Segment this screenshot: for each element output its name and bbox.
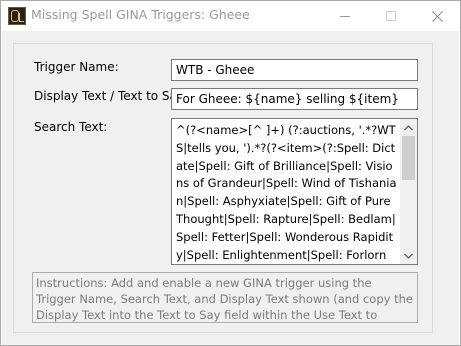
minimize-button[interactable] bbox=[322, 1, 368, 31]
display-text-field[interactable]: For Gheee: ${name} selling ${item} bbox=[171, 88, 418, 110]
search-text-scrollbar[interactable] bbox=[400, 119, 417, 264]
minimize-icon bbox=[340, 16, 350, 17]
dialog-window: Missing Spell GINA Triggers: Gheee Trigg… bbox=[0, 0, 461, 346]
search-text-field[interactable]: ^(?<name>[^ ]+) (?:auctions, '.*?WTS|tel… bbox=[171, 118, 418, 265]
app-icon bbox=[8, 7, 26, 25]
maximize-button bbox=[368, 1, 414, 31]
trigger-name-field[interactable]: WTB - Gheee bbox=[171, 59, 418, 81]
search-text-label: Search Text: bbox=[34, 120, 108, 134]
trigger-name-label: Trigger Name: bbox=[34, 60, 119, 74]
chevron-down-icon bbox=[404, 253, 413, 259]
instructions-box: Instructions: Add and enable a new GINA … bbox=[32, 272, 418, 323]
window-title: Missing Spell GINA Triggers: Gheee bbox=[31, 7, 250, 22]
dialog-body: Trigger Name: WTB - Gheee Display Text /… bbox=[2, 31, 459, 345]
display-text-label: Display Text / Text to Say: bbox=[34, 89, 188, 103]
chevron-up-icon bbox=[404, 124, 413, 130]
scroll-thumb[interactable] bbox=[402, 136, 415, 180]
scroll-up-button[interactable] bbox=[400, 119, 417, 136]
maximize-icon bbox=[386, 11, 396, 21]
close-button[interactable] bbox=[414, 1, 460, 31]
title-bar[interactable]: Missing Spell GINA Triggers: Gheee bbox=[1, 1, 460, 31]
close-icon bbox=[431, 10, 443, 22]
scroll-down-button[interactable] bbox=[400, 247, 417, 264]
search-text-content[interactable]: ^(?<name>[^ ]+) (?:auctions, '.*?WTS|tel… bbox=[176, 122, 398, 264]
